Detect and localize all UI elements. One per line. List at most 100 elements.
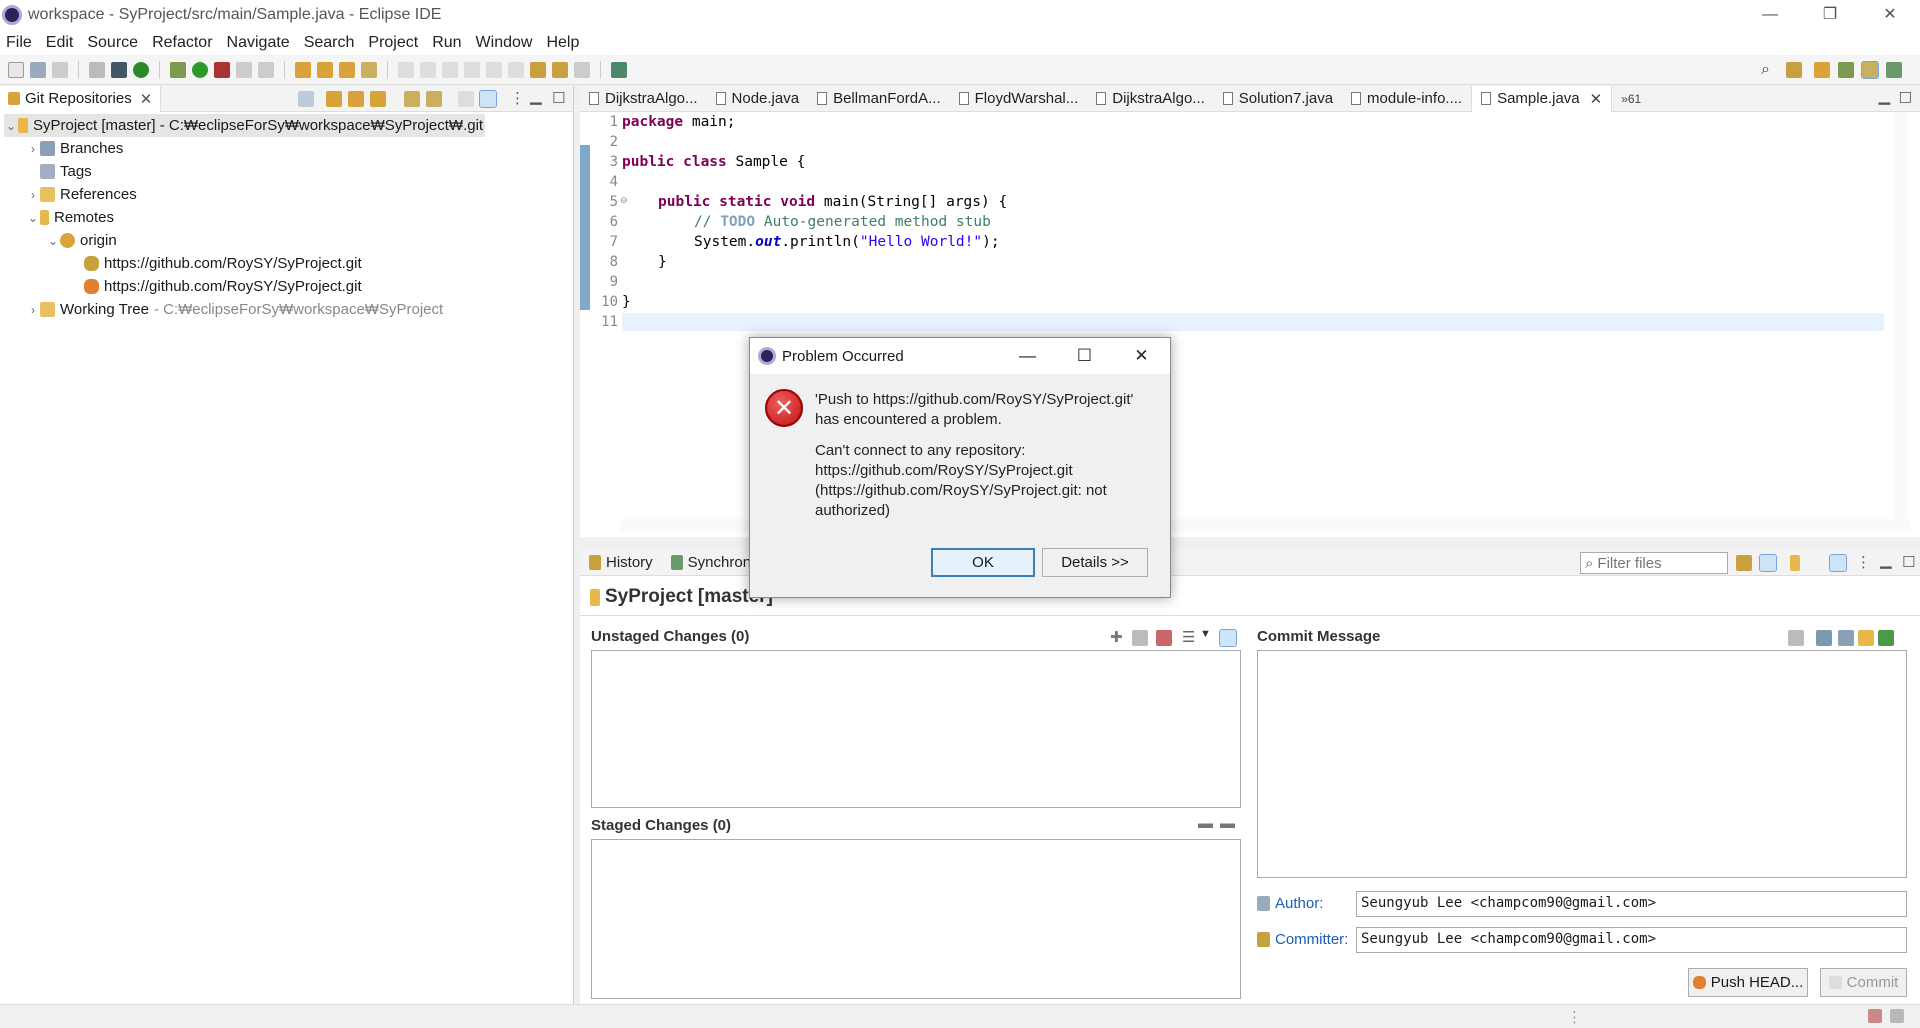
skip-breakpoints-icon[interactable] [133,61,149,78]
error-log-icon[interactable] [1868,1009,1882,1023]
save-icon[interactable] [30,61,46,78]
discard-icon[interactable] [1156,630,1172,646]
last-edit-icon[interactable] [530,61,546,78]
staged-changes-list[interactable] [591,839,1241,999]
stop-icon[interactable] [236,61,252,78]
change-id-icon[interactable] [1878,630,1894,646]
annotation-icon[interactable] [398,61,414,78]
menu-edit[interactable]: Edit [46,34,74,52]
tree-item-push-url[interactable]: https://github.com/RoySY/SyProject.git [84,275,362,298]
sort-icon[interactable] [1219,629,1237,647]
unstage-icon[interactable]: ▬ [1198,815,1213,832]
restore-button[interactable]: ❐ [1800,0,1860,30]
tree-item-repository[interactable]: ⌄ SyProject [master] - C:₩eclipseForSy₩w… [4,114,486,137]
commit-button[interactable]: Commit [1820,968,1907,997]
layout-icon[interactable] [1829,554,1847,572]
open-type-icon[interactable] [361,61,377,78]
push-head-button[interactable]: Push HEAD... [1688,968,1808,997]
menu-file[interactable]: File [6,34,32,52]
tab-floydwarshall[interactable]: FloydWarshal... [950,86,1088,112]
tree-item-origin[interactable]: ⌄ origin [46,229,117,252]
add-to-index-icon[interactable]: ✚ [1110,628,1123,646]
text-layout-icon[interactable] [479,90,497,108]
spell-check-icon[interactable] [1788,630,1804,646]
tree-item-working-tree[interactable]: › Working Tree - C:₩eclipseForSy₩workspa… [26,298,443,321]
open-perspective-icon[interactable] [1786,62,1802,78]
chevron-down-icon[interactable]: ⌄ [26,211,40,225]
refresh-icon[interactable] [404,91,420,107]
new-class-icon[interactable] [339,61,355,78]
new-icon[interactable] [8,61,24,78]
tab-history[interactable]: History [580,550,662,576]
print-icon[interactable] [89,61,105,78]
debug-icon[interactable] [170,61,186,78]
tree-item-fetch-url[interactable]: https://github.com/RoySY/SyProject.git [84,252,362,275]
menu-search[interactable]: Search [304,34,355,52]
tab-module-info[interactable]: module-info.... [1342,86,1471,112]
java-perspective-icon[interactable] [1814,62,1830,78]
more-tabs-button[interactable]: »61 [1612,86,1650,112]
chevron-right-icon[interactable]: › [26,188,40,202]
clone-repository-icon[interactable] [348,91,364,107]
dialog-minimize-button[interactable]: — [999,338,1056,374]
tree-item-remotes[interactable]: ⌄ Remotes [26,206,114,229]
dialog-close-button[interactable]: ✕ [1113,338,1170,374]
tab-bellmanford[interactable]: BellmanFordA... [808,86,950,112]
create-repository-icon[interactable] [370,91,386,107]
tab-dijkstra-2[interactable]: DijkstraAlgo... [1087,86,1214,112]
tree-item-branches[interactable]: › Branches [26,137,123,160]
chevron-down-icon[interactable]: ⌄ [4,119,18,133]
details-button[interactable]: Details >> [1042,548,1148,577]
new-package-icon[interactable] [317,61,333,78]
view-menu-icon[interactable]: ⋮ [510,89,525,107]
filter-files-input[interactable] [1597,554,1718,572]
refresh-icon[interactable] [1736,555,1752,571]
sign-commit-icon[interactable] [1858,630,1874,646]
close-tab-icon[interactable]: ✕ [140,90,153,108]
minimize-view-icon[interactable]: ▁ [530,87,542,105]
next-annotation-icon[interactable] [486,61,502,78]
menu-project[interactable]: Project [368,34,418,52]
menu-navigate[interactable]: Navigate [227,34,290,52]
team-sync-perspective-icon[interactable] [1886,62,1902,78]
menu-help[interactable]: Help [546,34,579,52]
mark-occurrences-icon[interactable] [420,61,436,78]
menu-source[interactable]: Source [87,34,138,52]
chevron-right-icon[interactable]: › [26,303,40,317]
fold-icon[interactable]: ⊖ [620,195,628,206]
maximize-view-icon[interactable]: ☐ [552,89,565,107]
link-with-selection-icon[interactable] [1759,554,1777,572]
pin-editor-icon[interactable] [611,61,627,78]
signed-off-icon[interactable] [1838,630,1854,646]
hierarchical-layout-icon[interactable] [458,91,474,107]
search-icon[interactable]: ⌕ [1761,61,1770,79]
dialog-maximize-button[interactable]: ☐ [1056,338,1113,374]
run-icon[interactable] [192,61,208,78]
select-repository-icon[interactable] [1790,555,1800,571]
collapse-all-icon[interactable] [298,91,314,107]
save-all-icon[interactable] [52,61,68,78]
maximize-editor-icon[interactable]: ☐ [1899,89,1912,107]
filter-files-field[interactable]: ⌕ [1580,552,1728,574]
git-perspective-icon[interactable] [1861,61,1879,79]
tree-item-references[interactable]: › References [26,183,137,206]
vertical-scrollbar[interactable] [1894,112,1908,522]
ok-button[interactable]: OK [931,548,1035,577]
previous-annotation-icon[interactable] [508,61,524,78]
committer-field[interactable]: Seungyub Lee <champcom90@gmail.com> [1356,927,1907,953]
back-icon[interactable] [552,61,568,78]
close-tab-icon[interactable]: ✕ [1590,90,1603,108]
external-tools-icon[interactable] [258,61,274,78]
new-java-project-icon[interactable] [295,61,311,78]
minimize-button[interactable]: — [1740,0,1800,30]
forward-icon[interactable] [574,61,590,78]
tab-dijkstra-1[interactable]: DijkstraAlgo... [580,86,707,112]
presentation-icon[interactable]: ☰ [1182,628,1195,646]
tab-solution7[interactable]: Solution7.java [1214,86,1342,112]
chevron-right-icon[interactable]: › [26,142,40,156]
amend-icon[interactable] [1816,630,1832,646]
link-with-selection-icon[interactable] [426,91,442,107]
unstage-all-icon[interactable]: ▬ [1220,815,1235,832]
author-field[interactable]: Seungyub Lee <champcom90@gmail.com> [1356,891,1907,917]
close-button[interactable]: ✕ [1860,0,1920,30]
